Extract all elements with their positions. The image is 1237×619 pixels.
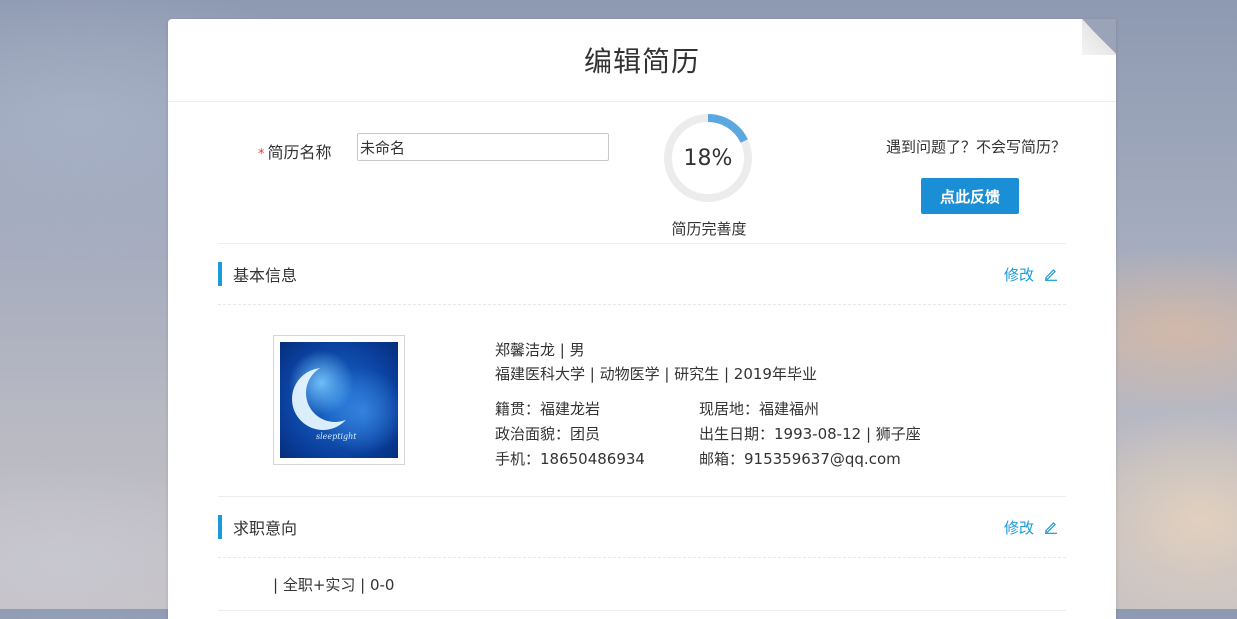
pencil-icon	[1045, 522, 1057, 534]
section-accent-bar	[218, 515, 222, 539]
email: 邮箱：915359637@qq.com	[699, 450, 901, 468]
job-intent-body: | 全职+实习 | 0-0	[218, 558, 1066, 611]
phone: 手机：18650486934	[495, 450, 645, 468]
section-title-basic-info: 基本信息	[233, 266, 298, 285]
job-intent-summary: | 全职+实习 | 0-0	[273, 576, 395, 594]
resume-meta-row: *简历名称 18% 简历完善度 遇到问题了？不会写简历？ 点此反馈	[218, 102, 1066, 244]
resume-name-input[interactable]	[357, 133, 609, 161]
edit-label: 修改	[1003, 518, 1034, 537]
details-row: 手机：18650486934 邮箱：915359637@qq.com	[495, 447, 921, 472]
title-bar: 编辑简历	[168, 19, 1116, 102]
page-fold	[1082, 19, 1116, 55]
personal-details: 籍贯：福建龙岩 现居地：福建福州 政治面貌：团员 出生日期：1993-08-12…	[495, 397, 921, 472]
section-job-intent-header: 求职意向 修改	[218, 497, 1066, 558]
pencil-icon	[1045, 269, 1057, 281]
completeness-percent: 18%	[683, 145, 733, 171]
residence: 现居地：福建福州	[699, 400, 820, 418]
details-row: 籍贯：福建龙岩 现居地：福建福州	[495, 397, 921, 422]
help-text: 遇到问题了？不会写简历？	[885, 138, 1066, 156]
section-title-job-intent: 求职意向	[233, 519, 298, 538]
education-line: 福建医科大学 | 动物医学 | 研究生 | 2019年毕业	[495, 365, 817, 383]
details-row: 政治面貌：团员 出生日期：1993-08-12 | 狮子座	[495, 422, 921, 447]
resume-editor-card: 编辑简历 *简历名称 18% 简历完善度 遇到问题了？不会写简历？ 点此反馈 基…	[168, 19, 1116, 619]
edit-basic-info-link[interactable]: 修改	[1004, 244, 1058, 304]
required-mark: *	[258, 147, 265, 162]
page-title: 编辑简历	[583, 45, 700, 78]
completeness-ring: 18%	[662, 112, 754, 204]
profile-photo: sleeptight	[280, 342, 398, 458]
edit-job-intent-link[interactable]: 修改	[1004, 497, 1058, 557]
section-accent-bar	[218, 262, 222, 286]
name-gender: 郑馨洁龙 | 男	[495, 341, 585, 359]
section-basic-info-header: 基本信息 修改	[218, 244, 1066, 305]
birth-date: 出生日期：1993-08-12 | 狮子座	[699, 425, 921, 443]
resume-name-label: * 简历名称	[258, 139, 332, 163]
moon-graphic	[306, 364, 364, 422]
feedback-button[interactable]: 点此反馈	[921, 178, 1019, 214]
political-status: 政治面貌：团员	[495, 425, 601, 443]
native-place: 籍贯：福建龙岩	[495, 400, 601, 418]
profile-photo-frame[interactable]: sleeptight	[273, 335, 405, 465]
edit-label: 修改	[1003, 265, 1034, 284]
completeness-label: 简历完善度	[671, 220, 747, 238]
photo-caption: sleeptight	[316, 432, 357, 441]
basic-info-body: sleeptight 郑馨洁龙 | 男 福建医科大学 | 动物医学 | 研究生 …	[218, 305, 1066, 497]
resume-name-label-text: 简历名称	[267, 143, 332, 162]
